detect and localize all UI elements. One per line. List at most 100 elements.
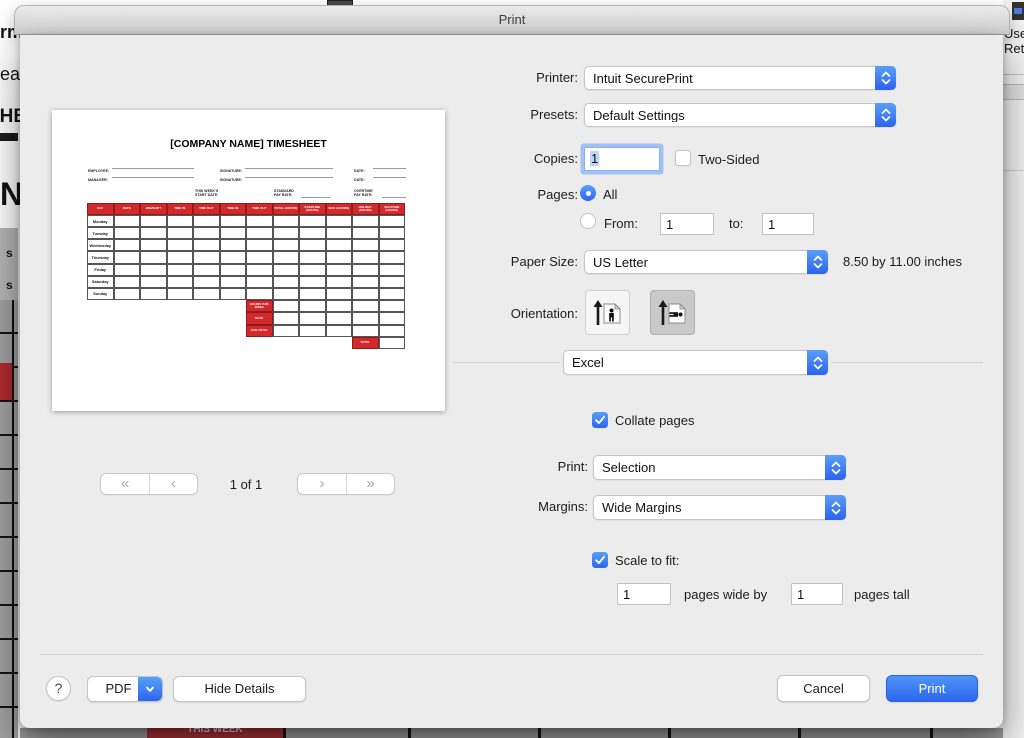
timesheet-red-cell: OVERTIME (HOURS) [299,203,326,215]
timesheet-cell [246,288,273,300]
scale-to-fit-checkbox[interactable] [592,552,608,568]
orientation-landscape-button[interactable] [650,290,695,335]
timesheet-cell [352,215,379,227]
background-text: ead [0,64,20,85]
timesheet-cell: Thursday [87,251,114,263]
timesheet-label: SIGNATURE: [220,178,242,182]
timesheet-cell [220,251,247,263]
timesheet-cell [193,288,220,300]
help-button[interactable]: ? [46,676,71,701]
hide-details-button[interactable]: Hide Details [173,676,306,702]
pages-wide-input[interactable]: 1 [617,583,671,605]
timesheet-cell [167,276,194,288]
timesheet-cell [326,251,353,263]
timesheet-cell [299,300,326,312]
pdf-menu-button[interactable]: PDF [87,676,163,702]
timesheet-cell [299,325,326,337]
print-what-select[interactable]: Selection [593,455,846,480]
pages-from-input[interactable]: 1 [660,213,714,235]
timesheet-cell [114,276,141,288]
copies-input[interactable]: 1 [584,147,660,171]
timesheet-red-cell: DAY [87,203,114,215]
timesheet-cell [140,239,167,251]
timesheet-cell [379,227,406,239]
cancel-button[interactable]: Cancel [777,675,870,702]
last-page-button[interactable]: » [346,474,394,494]
background-app-left-strip: rm ead SHE N s s [0,0,20,738]
timesheet-cell [352,276,379,288]
timesheet-label: DATE: [354,178,365,182]
timesheet-cell [352,300,379,312]
section-divider [452,362,560,363]
timesheet-red-cell: DATE [114,203,141,215]
stepper-icon [807,250,828,274]
timesheet-cell [140,276,167,288]
window-title: Print [15,6,1009,34]
timesheet-cell [167,239,194,251]
printer-label: Printer: [428,70,578,85]
stepper-icon [825,455,846,480]
previous-page-button[interactable]: ‹ [149,474,197,494]
timesheet-cell [326,276,353,288]
presets-select[interactable]: Default Settings [584,103,896,127]
background-gridline [12,300,14,738]
timesheet-red-cell: TIME OUT [246,203,273,215]
timesheet-cell [379,215,406,227]
timesheet-cell: Friday [87,264,114,276]
timesheet-cell [220,215,247,227]
two-sided-checkbox[interactable] [675,150,691,166]
chevron-down-icon [138,677,162,701]
app-options-select[interactable]: Excel [563,350,828,375]
timesheet-cell [167,227,194,239]
presets-label: Presets: [428,107,578,122]
pages-all-radio[interactable] [580,185,596,201]
orientation-portrait-button[interactable] [585,290,630,335]
pages-to-input[interactable]: 1 [762,213,814,235]
timesheet-red-cell: TIME IN [220,203,247,215]
timesheet-cell [299,215,326,227]
print-what-label: Print: [438,459,588,474]
check-icon [592,552,608,568]
pages-range-radio[interactable] [580,213,596,229]
timesheet-cell [352,251,379,263]
background-icon [1012,2,1024,20]
timesheet-cell [379,337,406,349]
window-titlebar: Print [14,5,1010,35]
timesheet-cell: Monday [87,215,114,227]
collate-checkbox[interactable] [592,412,608,428]
pages-tall-label: pages tall [854,587,910,602]
stepper-icon [875,66,896,90]
timesheet-cell [299,251,326,263]
background-text: s [6,246,13,260]
timesheet-label: MANAGER: [88,178,108,182]
timesheet-cell [193,251,220,263]
timesheet-cell [167,264,194,276]
paper-size-select[interactable]: US Letter [584,250,828,274]
paper-dimensions: 8.50 by 11.00 inches [843,254,962,269]
preview-nav-forward-group: › » [297,473,395,495]
timesheet-cell [140,288,167,300]
margins-label: Margins: [438,499,588,514]
printer-select[interactable]: Intuit SecurePrint [584,66,896,90]
preview-nav-back-group: « ‹ [100,473,198,495]
print-button[interactable]: Print [886,675,978,702]
timesheet-red-cell: JOB/SHIFT [140,203,167,215]
timesheet-red-cell: TOTAL [352,337,379,349]
copies-label: Copies: [428,151,578,166]
first-page-button[interactable]: « [101,474,149,494]
margins-select[interactable]: Wide Margins [593,495,846,520]
section-divider [831,362,983,363]
timesheet-red-cell: VACATION (HOURS) [379,203,406,215]
timesheet-cell [167,251,194,263]
background-red-cell [0,363,12,400]
next-page-button[interactable]: › [298,474,346,494]
timesheet-table: DAYDATEJOB/SHIFTTIME INTIME OUTTIME INTI… [87,203,405,353]
timesheet-cell [193,215,220,227]
pages-tall-input[interactable]: 1 [791,583,843,605]
timesheet-cell [273,215,300,227]
timesheet-cell [114,264,141,276]
print-preview-page: [COMPANY NAME] TIMESHEET EMPLOYEE: SIGNA… [52,110,445,411]
timesheet-cell [140,251,167,263]
stepper-icon [807,350,828,375]
timesheet-cell [326,215,353,227]
